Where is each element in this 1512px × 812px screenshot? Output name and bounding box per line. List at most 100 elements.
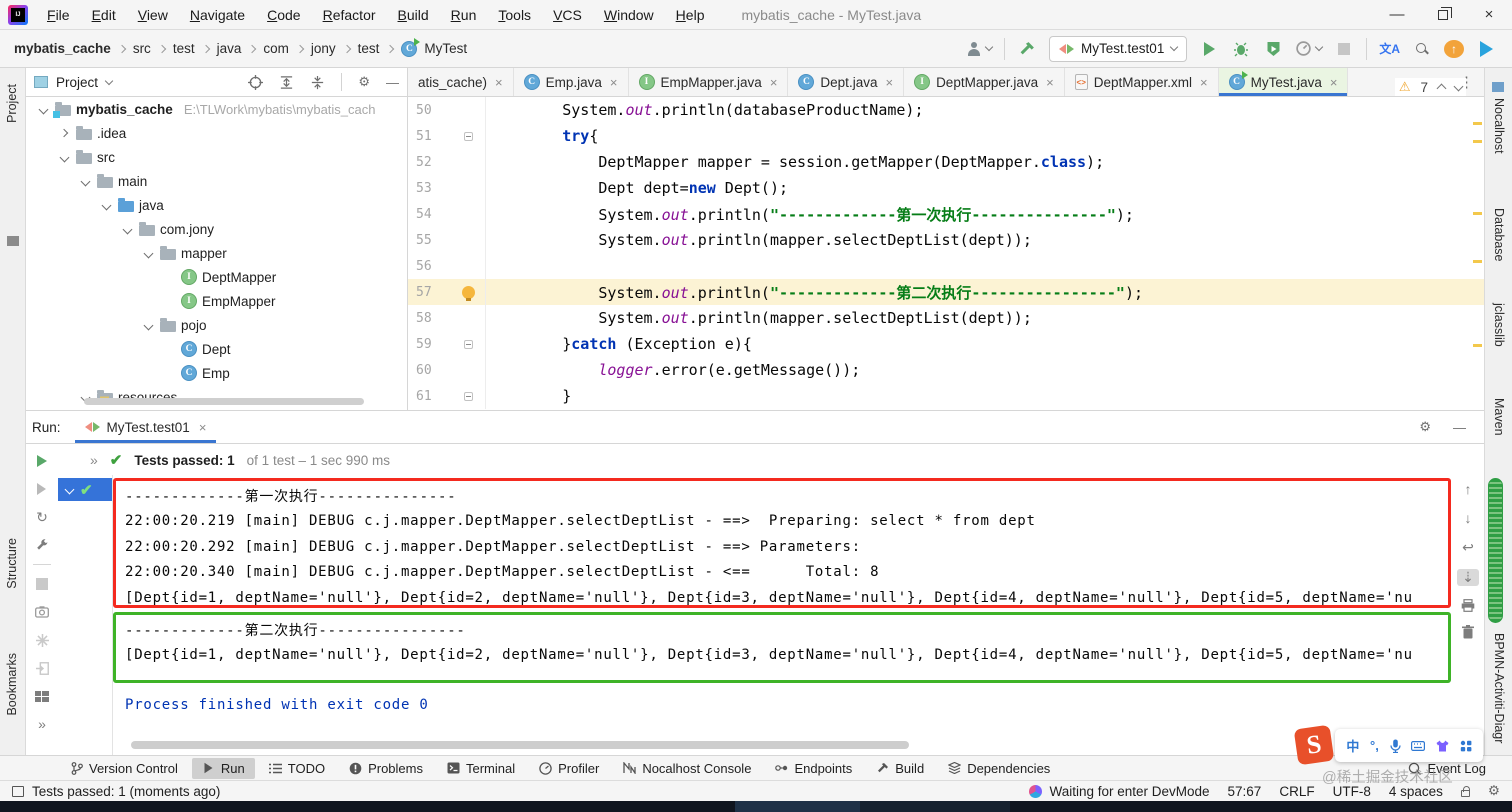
- tab-DeptMapper-xml[interactable]: <> DeptMapper.xml ×: [1065, 68, 1219, 96]
- tab-MyTest-java[interactable]: C MyTest.java ×: [1218, 68, 1349, 96]
- breadcrumb-item[interactable]: jony: [311, 41, 336, 56]
- upload-icon[interactable]: ↑: [1444, 39, 1464, 58]
- menu-tools[interactable]: Tools: [489, 4, 540, 26]
- tree-item-java[interactable]: java: [26, 193, 407, 217]
- close-icon[interactable]: ×: [495, 75, 503, 90]
- ime-chinese-mode[interactable]: 中: [1346, 736, 1359, 755]
- ime-punctuation-icon[interactable]: °,: [1370, 738, 1379, 753]
- warning-stripe-mark[interactable]: [1473, 344, 1482, 347]
- code-text[interactable]: System.out.println("-------------第一次执行--…: [490, 204, 1134, 225]
- code-text[interactable]: }: [490, 387, 571, 405]
- code-text[interactable]: Dept dept=new Dept();: [490, 179, 788, 197]
- warning-stripe-mark[interactable]: [1473, 140, 1482, 143]
- print-icon[interactable]: [1461, 599, 1475, 612]
- code-area[interactable]: 50 System.out.println(databaseProductNam…: [408, 97, 1484, 409]
- toolwindow-problems[interactable]: Problems: [339, 758, 433, 779]
- minimize-button[interactable]: —: [1374, 0, 1420, 29]
- tree-item-mapper[interactable]: mapper: [26, 241, 407, 265]
- warning-stripe-mark[interactable]: [1473, 260, 1482, 263]
- test-history-icon[interactable]: [33, 631, 51, 649]
- code-line-56[interactable]: 56: [408, 253, 1484, 279]
- settings-gear-icon[interactable]: ⚙: [1419, 419, 1431, 435]
- chevron-down-icon[interactable]: [104, 76, 114, 85]
- tab-DeptMapper-java[interactable]: I DeptMapper.java ×: [904, 68, 1065, 96]
- code-line-59[interactable]: 59 }catch (Exception e){: [408, 331, 1484, 357]
- tree-item-main[interactable]: main: [26, 169, 407, 193]
- tree-item-pojo[interactable]: pojo: [26, 313, 407, 337]
- tree-chevron-down-icon[interactable]: [141, 320, 155, 330]
- tree-chevron-right-icon[interactable]: [57, 128, 71, 138]
- breadcrumb-item[interactable]: MyTest: [424, 41, 467, 56]
- code-line-60[interactable]: 60 logger.error(e.getMessage());: [408, 357, 1484, 383]
- tree-chevron-down-icon[interactable]: [78, 176, 92, 186]
- breadcrumb-item[interactable]: mybatis_cache: [14, 41, 111, 56]
- scroll-up-icon[interactable]: ↑: [1465, 481, 1472, 497]
- toolwindow-dependencies[interactable]: Dependencies: [938, 758, 1060, 779]
- menu-view[interactable]: View: [129, 4, 177, 26]
- breadcrumb-item[interactable]: test: [358, 41, 380, 56]
- code-text[interactable]: logger.error(e.getMessage());: [490, 361, 860, 379]
- project-view-selector[interactable]: Project: [56, 75, 98, 90]
- menu-navigate[interactable]: Navigate: [181, 4, 254, 26]
- code-line-58[interactable]: 58 System.out.println(mapper.selectDeptL…: [408, 305, 1484, 331]
- code-text[interactable]: System.out.println(mapper.selectDeptList…: [490, 231, 1031, 249]
- tab-atis_cache-[interactable]: atis_cache) ×: [408, 68, 514, 96]
- test-tree-selected-row[interactable]: ✔: [58, 478, 112, 501]
- settings-gear-icon[interactable]: ⚙: [358, 74, 370, 90]
- run-button[interactable]: [1199, 38, 1219, 60]
- hide-panel-icon[interactable]: —: [1453, 420, 1466, 435]
- warning-stripe-mark[interactable]: [1473, 122, 1482, 125]
- refresh-icon[interactable]: ↻: [33, 508, 51, 526]
- project-tree-hscrollbar[interactable]: [84, 398, 364, 405]
- warning-stripe-mark[interactable]: [1473, 212, 1482, 215]
- intention-bulb-icon[interactable]: [462, 285, 475, 301]
- console-hscrollbar[interactable]: [131, 741, 909, 749]
- tree-item-Dept[interactable]: C Dept: [26, 337, 407, 361]
- test-settings-wrench-icon[interactable]: [33, 536, 51, 554]
- locate-file-icon[interactable]: [248, 74, 264, 90]
- close-icon[interactable]: ×: [610, 75, 618, 90]
- build-hammer-icon[interactable]: [1017, 38, 1037, 60]
- layout-icon[interactable]: [33, 687, 51, 705]
- close-button[interactable]: ×: [1466, 0, 1512, 29]
- tree-chevron-down-icon[interactable]: [57, 152, 71, 162]
- collapse-all-icon[interactable]: [310, 75, 325, 90]
- import-results-icon[interactable]: [33, 659, 51, 677]
- code-line-55[interactable]: 55 System.out.println(mapper.selectDeptL…: [408, 227, 1484, 253]
- clear-console-trash-icon[interactable]: [1462, 625, 1474, 639]
- fold-icon[interactable]: [464, 131, 473, 141]
- tool-stripe-bpmn[interactable]: BPMN-Activiti-Diagr: [1492, 633, 1506, 743]
- search-everywhere-icon[interactable]: [1412, 38, 1432, 60]
- console-scrollbar-thumb[interactable]: [1488, 478, 1503, 623]
- breadcrumb-item[interactable]: src: [133, 41, 151, 56]
- menu-run[interactable]: Run: [442, 4, 486, 26]
- code-line-50[interactable]: 50 System.out.println(databaseProductNam…: [408, 97, 1484, 123]
- toolwindow-profiler[interactable]: Profiler: [529, 758, 609, 779]
- code-text[interactable]: System.out.println(mapper.selectDeptList…: [490, 309, 1031, 327]
- menu-file[interactable]: File: [38, 4, 79, 26]
- tab-Dept-java[interactable]: C Dept.java ×: [788, 68, 905, 96]
- nocalhost-icon[interactable]: [1492, 82, 1504, 92]
- fold-icon[interactable]: [464, 339, 473, 349]
- menu-edit[interactable]: Edit: [83, 4, 125, 26]
- tool-stripe-nocalhost[interactable]: Nocalhost: [1492, 98, 1506, 154]
- expand-all-icon[interactable]: [279, 75, 294, 90]
- tree-chevron-down-icon[interactable]: [36, 104, 50, 114]
- code-text[interactable]: System.out.println("-------------第二次执行--…: [490, 282, 1143, 303]
- inspection-widget[interactable]: ⚠ 7: [1394, 78, 1466, 96]
- next-warning-icon[interactable]: [1453, 81, 1464, 91]
- close-icon[interactable]: ×: [1046, 75, 1054, 90]
- coverage-button[interactable]: [1263, 38, 1283, 60]
- snapshot-camera-icon[interactable]: [33, 603, 51, 621]
- chevrons-icon[interactable]: »: [90, 452, 98, 468]
- tree-chevron-down-icon[interactable]: [141, 248, 155, 258]
- code-text[interactable]: }catch (Exception e){: [490, 335, 752, 353]
- tree-item-resources[interactable]: resources: [26, 385, 407, 409]
- caret-position[interactable]: 57:67: [1228, 784, 1262, 799]
- menu-window[interactable]: Window: [595, 4, 663, 26]
- toolwindow-run[interactable]: Run: [191, 757, 255, 779]
- plugin-play-icon[interactable]: [1476, 38, 1496, 60]
- tool-stripe-structure[interactable]: Structure: [5, 538, 19, 589]
- run-configuration-select[interactable]: MyTest.test01: [1049, 35, 1188, 62]
- close-icon[interactable]: ×: [770, 75, 778, 90]
